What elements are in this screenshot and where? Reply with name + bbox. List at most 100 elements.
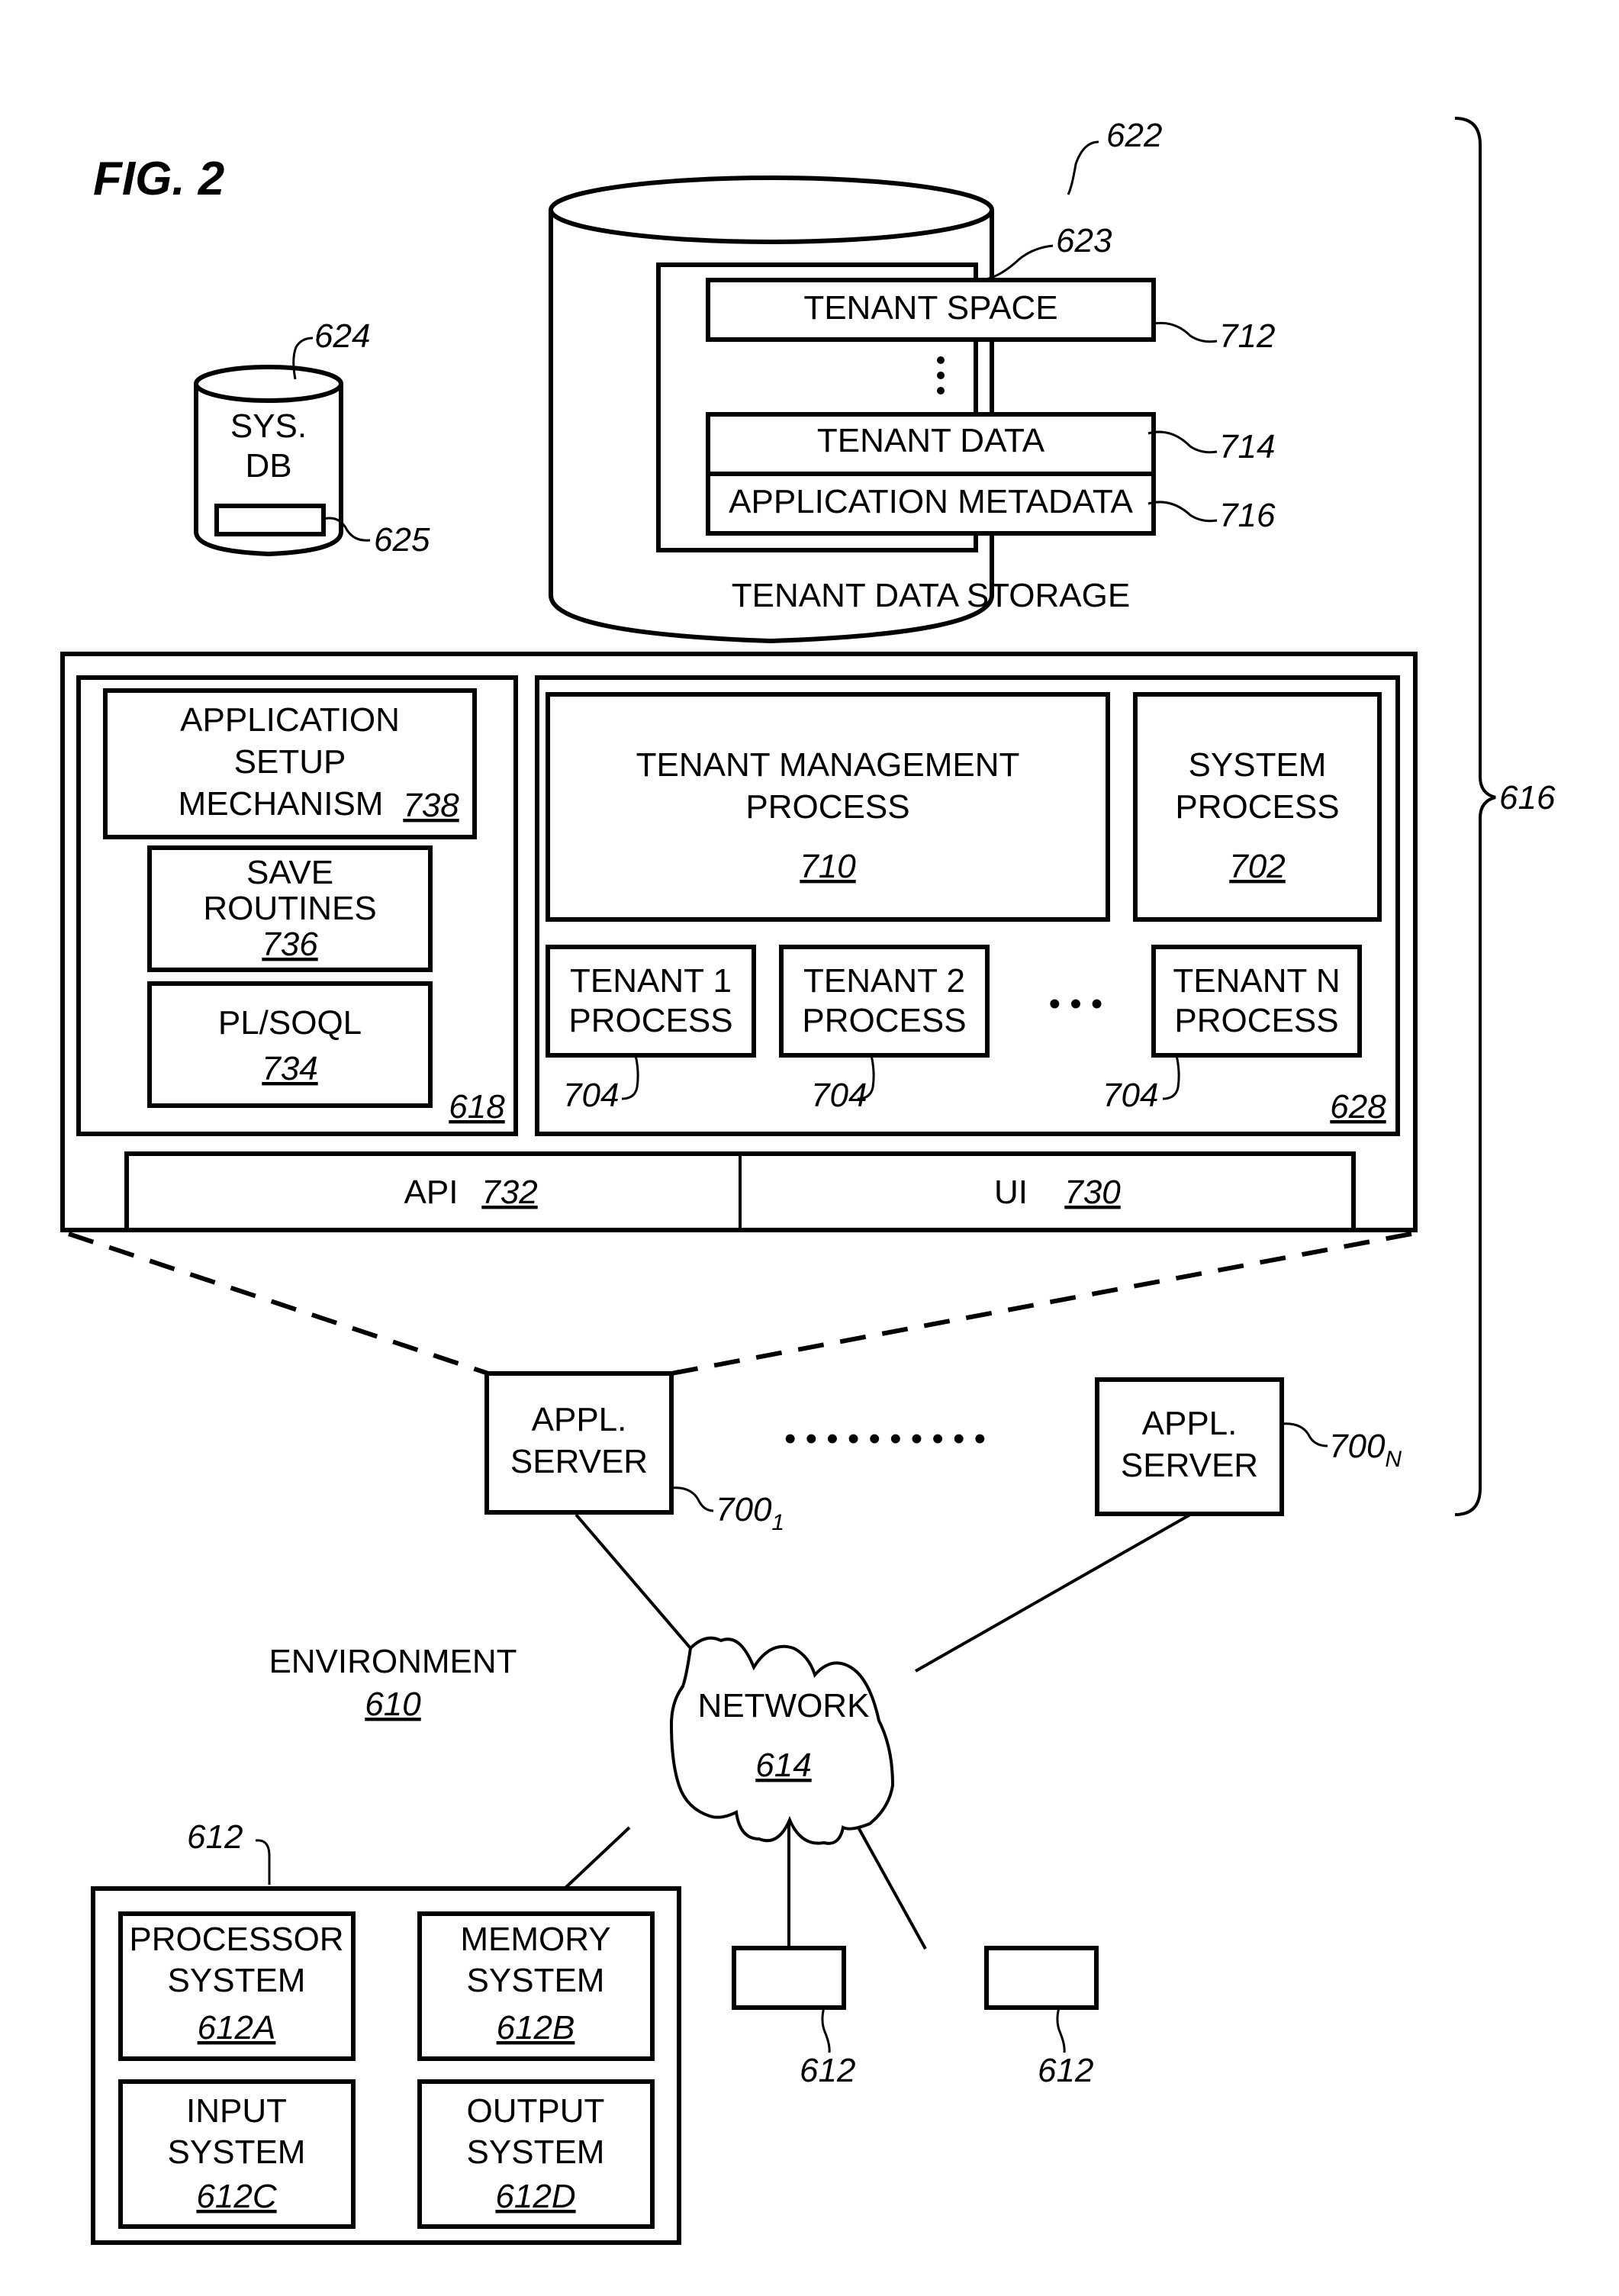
app-server-n-line1: APPL. [1142,1405,1238,1442]
sys-db: SYS. DB 625 624 [194,317,430,559]
vertical-dot [937,356,945,364]
user-system-3: 612 [984,1946,1099,2089]
leader-700-n [1281,1422,1328,1447]
ref-623: 623 [1056,222,1112,259]
ui-label: UI [994,1174,1028,1211]
tenant1-line2: PROCESS [568,1002,732,1039]
save-routines-line2: ROUTINES [203,890,376,927]
ref-628: 628 [1330,1088,1386,1125]
tenant-data-storage: 622 623 TENANT SPACE 712 TENANT DATA 714… [549,117,1276,644]
server-ellipsis: • • • • • • • • • • [784,1420,986,1457]
ref-622: 622 [1106,117,1162,154]
sys-db-line1: SYS. [230,407,307,445]
link-server1-network [575,1513,692,1650]
ref-612b: 612B [497,2009,575,2046]
plsoql-box [147,981,433,1108]
environment-label: ENVIRONMENT [269,1643,517,1680]
system-process-line1: SYSTEM [1189,746,1327,784]
ref-704-2: 704 [811,1077,867,1114]
processor-line1: PROCESSOR [129,1921,343,1958]
ref-700-1: 7001 [716,1491,784,1535]
ref-738: 738 [403,787,459,824]
right-panel: TENANT MANAGEMENT PROCESS 710 SYSTEM PRO… [535,675,1400,1136]
tenant-space-label: TENANT SPACE [803,289,1057,327]
system-process-line2: PROCESS [1175,788,1339,826]
app-server-1: APPL. SERVER 7001 [484,1371,784,1535]
output-line1: OUTPUT [467,2092,605,2130]
vertical-dot [937,387,945,394]
ref-624: 624 [314,317,370,355]
system-brace: 616 [1454,117,1556,1516]
memory-line1: MEMORY [460,1921,610,1958]
ref-736: 736 [262,926,318,963]
ref-730: 730 [1064,1174,1121,1211]
tenant-ellipsis: • • • [1049,985,1103,1022]
tenantN-line1: TENANT N [1173,962,1340,1000]
tenant-mgmt-line2: PROCESS [745,788,909,826]
app-metadata-label: APPLICATION METADATA [729,483,1133,520]
api-label: API [404,1174,459,1211]
sys-db-inner [214,504,326,536]
memory-line2: SYSTEM [467,1962,605,1999]
link-network-user [563,1826,631,1890]
link-network-user3 [857,1827,927,1950]
ref-704-1: 704 [563,1077,619,1114]
ref-732: 732 [481,1174,537,1211]
ref-716: 716 [1219,497,1276,534]
ref-734: 734 [262,1050,317,1087]
ref-700-n: 700N [1329,1428,1402,1472]
tenantN-line2: PROCESS [1174,1002,1338,1039]
network-label: NETWORK [698,1687,870,1724]
save-routines-line1: SAVE [246,854,333,891]
ref-710: 710 [800,848,856,885]
tenant2-line2: PROCESS [802,1002,966,1039]
output-line2: SYSTEM [467,2133,605,2171]
ref-612-2: 612 [800,2052,855,2089]
ref-712: 712 [1219,317,1275,355]
tenant-storage-label: TENANT DATA STORAGE [732,577,1130,614]
figure-title: FIG. 2 [93,153,224,205]
leader-622 [1067,140,1099,195]
ref-612-main: 612 [187,1818,243,1856]
interface-bar: API 732 UI 730 [124,1151,1356,1232]
leader-716 [1147,501,1218,523]
app-server-n: APPL. SERVER 700N [1095,1377,1402,1516]
ref-625: 625 [374,521,430,559]
user-system: 612 PROCESSOR SYSTEM 612A MEMORY SYSTEM … [91,1818,681,2245]
tenant2-line1: TENANT 2 [803,962,965,1000]
ref-612d: 612D [495,2178,575,2215]
leader-700-1 [671,1486,714,1512]
plsoql-label: PL/SOQL [218,1004,362,1042]
tenant-data-label: TENANT DATA [817,422,1045,459]
leader-612 [255,1839,271,1885]
app-server-1-line2: SERVER [510,1443,648,1480]
input-line2: SYSTEM [168,2133,306,2171]
link-serverN-network [915,1513,1191,1673]
vertical-dot [937,372,945,379]
app-setup-line3: MECHANISM [179,785,384,823]
app-server-n-line2: SERVER [1121,1447,1258,1484]
ref-702: 702 [1229,848,1285,885]
ref-612-3: 612 [1038,2052,1093,2089]
user-system-2: 612 [732,1946,855,2089]
processor-line2: SYSTEM [168,1962,306,1999]
tenant-mgmt-line1: TENANT MANAGEMENT [636,746,1020,784]
ref-612a: 612A [198,2009,276,2046]
app-setup-line2: SETUP [234,743,346,781]
sys-db-line2: DB [245,447,291,485]
projection-line-right [671,1232,1412,1376]
app-setup-line1: APPLICATION [180,701,400,739]
architecture-diagram: FIG. 2 622 623 TENANT SPACE 712 TENANT D… [60,117,1556,2245]
ref-612c: 612C [196,2178,277,2215]
projection-line-left [68,1232,489,1376]
left-panel: APPLICATION SETUP MECHANISM 738 SAVE ROU… [76,675,518,1136]
leader-712 [1153,321,1218,343]
app-server-1-line1: APPL. [532,1401,627,1438]
tenant1-line1: TENANT 1 [570,962,732,1000]
ref-610: 610 [365,1686,421,1723]
ref-616: 616 [1499,779,1556,816]
ref-704-n: 704 [1102,1077,1158,1114]
ref-614: 614 [755,1747,811,1784]
input-line1: INPUT [186,2092,287,2130]
ref-714: 714 [1219,428,1275,465]
